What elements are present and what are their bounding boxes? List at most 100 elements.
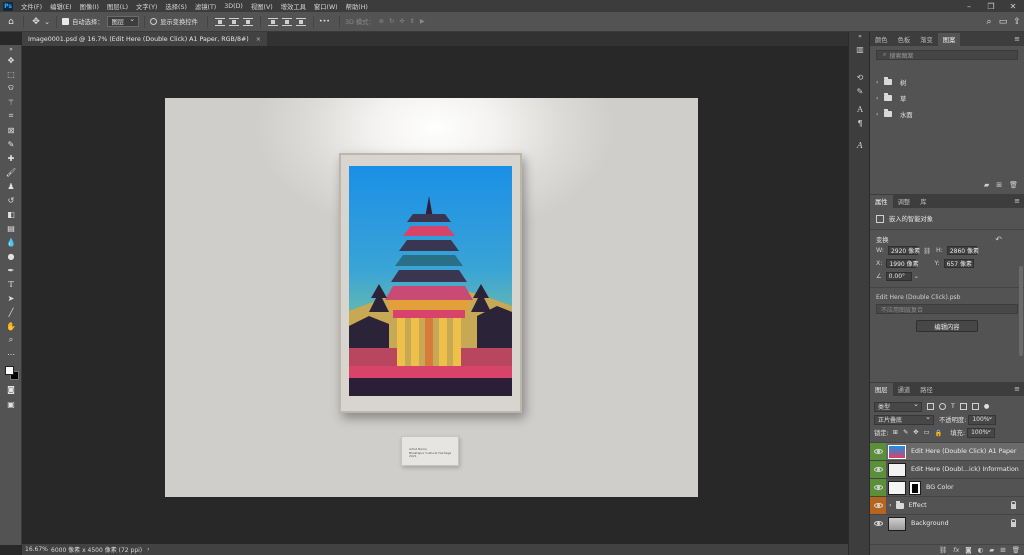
lasso-tool-icon[interactable]: ଡ [0, 81, 22, 95]
layer-comp-dropdown[interactable]: 不应用图层复合 [876, 304, 1018, 314]
dodge-tool-icon[interactable]: ● [0, 249, 22, 263]
home-icon[interactable]: ⌂ [4, 15, 18, 29]
panel-menu-icon[interactable]: ≡ [1014, 197, 1024, 205]
history-panel-icon[interactable]: ▥ [849, 42, 871, 56]
3d-pan-icon[interactable]: ✣ [399, 18, 404, 25]
height-field[interactable]: 2860 像素 [946, 246, 979, 255]
tab-gradients[interactable]: 渐变 [915, 33, 938, 46]
filter-toggle-icon[interactable]: ● [984, 403, 990, 410]
menu-plugins[interactable]: 增效工具 [277, 2, 310, 11]
align-left-icon[interactable] [267, 17, 278, 26]
visibility-toggle[interactable] [870, 515, 886, 532]
character-panel-icon[interactable]: A [849, 102, 871, 116]
blur-tool-icon[interactable]: 💧 [0, 235, 22, 249]
properties-scrollbar[interactable] [1019, 266, 1023, 356]
layer-row[interactable]: BG Color [870, 478, 1024, 496]
width-field[interactable]: 2920 像素 [887, 246, 920, 255]
layer-row[interactable]: Edit Here (Double Click) A1 Paper [870, 442, 1024, 460]
new-layer-icon[interactable]: ⊞ [1000, 546, 1005, 554]
pattern-group-trees[interactable]: › 树 [870, 74, 1024, 90]
menu-type[interactable]: 文字(Y) [132, 2, 161, 11]
tab-layers[interactable]: 图层 [870, 383, 893, 396]
frame-tool-icon[interactable]: ⊠ [0, 123, 22, 137]
tab-properties[interactable]: 属性 [870, 195, 893, 208]
pattern-group-water[interactable]: › 水面 [870, 106, 1024, 122]
fill-field[interactable]: 100% [967, 426, 996, 438]
gradient-tool-icon[interactable]: ▤ [0, 221, 22, 235]
filter-type-icon[interactable]: T [951, 403, 955, 410]
menu-filter[interactable]: 滤镜(T) [191, 2, 220, 11]
link-layers-icon[interactable]: ⛓ [939, 546, 947, 554]
auto-select-checkbox[interactable] [62, 18, 69, 25]
3d-slide-icon[interactable]: ⇕ [410, 18, 415, 25]
layer-row[interactable]: › Effect [870, 496, 1024, 514]
align-right-icon[interactable] [295, 17, 306, 26]
new-pattern-icon[interactable]: ⊞ [996, 181, 1002, 189]
info-plaque[interactable]: Artist Name Bhaktapur Cultural Heritage … [401, 436, 459, 466]
healing-brush-tool-icon[interactable]: ✚ [0, 151, 22, 165]
delete-icon[interactable]: 🗑 [1009, 181, 1018, 189]
foreground-color-swatch[interactable] [5, 366, 14, 375]
zoom-level[interactable]: 16.67% [25, 546, 51, 553]
collapse-panels-icon[interactable]: « [849, 32, 871, 40]
filter-smart-object-icon[interactable] [971, 403, 979, 410]
menu-select[interactable]: 选择(S) [161, 2, 191, 11]
pen-tool-icon[interactable]: ✒ [0, 263, 22, 277]
y-field[interactable]: 657 像素 [943, 259, 974, 268]
chevron-right-icon[interactable]: › [889, 502, 892, 509]
angle-dropdown-icon[interactable]: ⌄ [914, 273, 919, 280]
chevron-down-icon[interactable]: ⌄ [43, 15, 51, 29]
tab-patterns[interactable]: 图案 [937, 33, 961, 46]
share-icon[interactable]: ⇪ [1010, 15, 1024, 29]
tab-paths[interactable]: 路径 [915, 383, 938, 396]
history-brush-tool-icon[interactable]: ↺ [0, 193, 22, 207]
layer-style-icon[interactable]: fx [953, 546, 959, 554]
adjustment-layer-icon[interactable]: ◐ [978, 546, 984, 554]
zoom-tool-icon[interactable]: ⌕ [0, 333, 22, 347]
delete-icon[interactable]: 🗑 [1012, 546, 1020, 554]
lock-transparent-icon[interactable]: ⊞ [893, 429, 898, 436]
pattern-group-grass[interactable]: › 草 [870, 90, 1024, 106]
clone-stamp-tool-icon[interactable]: ♟ [0, 179, 22, 193]
menu-window[interactable]: 窗口(W) [310, 2, 342, 11]
angle-field[interactable]: 0.00° [885, 272, 912, 281]
brush-tool-icon[interactable]: 🖌 [0, 165, 22, 179]
toolbar-collapse-icon[interactable]: » [0, 45, 22, 53]
tab-color[interactable]: 颜色 [870, 33, 893, 46]
magic-wand-tool-icon[interactable]: ⚚ [0, 95, 22, 109]
actions-panel-icon[interactable]: ⟲ [849, 70, 871, 84]
align-top-icon[interactable] [214, 17, 225, 26]
eraser-tool-icon[interactable]: ◧ [0, 207, 22, 221]
tab-adjustments[interactable]: 调整 [893, 195, 916, 208]
visibility-toggle[interactable] [870, 461, 886, 478]
menu-3d[interactable]: 3D(D) [220, 3, 247, 10]
filter-adjustment-icon[interactable] [939, 403, 946, 410]
add-mask-icon[interactable]: ◙ [965, 546, 971, 554]
eyedropper-tool-icon[interactable]: ✎ [0, 137, 22, 151]
new-group-icon[interactable]: ▰ [984, 181, 989, 189]
layer-filter-dropdown[interactable]: 类型 [874, 400, 922, 412]
search-icon[interactable]: ⌕ [982, 15, 996, 29]
type-tool-icon[interactable]: T [0, 277, 22, 291]
3d-orbit-icon[interactable]: ⊚ [379, 18, 384, 25]
filter-pixel-icon[interactable] [927, 403, 934, 410]
layer-mask-thumbnail[interactable] [909, 480, 921, 495]
menu-help[interactable]: 帮助(H) [342, 2, 372, 11]
x-field[interactable]: 1990 像素 [886, 259, 919, 268]
workspace-icon[interactable]: ▭ [996, 15, 1010, 29]
tab-channels[interactable]: 通道 [893, 383, 916, 396]
new-group-icon[interactable]: ▰ [989, 546, 994, 554]
path-selection-tool-icon[interactable]: ➤ [0, 291, 22, 305]
opacity-field[interactable]: 100% [968, 413, 997, 425]
lock-artboard-icon[interactable]: ▭ [924, 429, 930, 436]
menu-layer[interactable]: 图层(L) [103, 2, 132, 11]
align-hcenter-icon[interactable] [281, 17, 292, 26]
menu-image[interactable]: 图像(I) [76, 2, 103, 11]
filter-shape-icon[interactable] [959, 403, 967, 410]
maximize-icon[interactable]: ❐ [980, 0, 1002, 12]
lock-position-icon[interactable]: ✥ [913, 429, 918, 436]
menu-edit[interactable]: 编辑(E) [46, 2, 76, 11]
visibility-toggle[interactable] [870, 497, 886, 514]
align-vcenter-icon[interactable] [228, 17, 239, 26]
blend-mode-dropdown[interactable]: 正片叠底 [874, 413, 934, 425]
